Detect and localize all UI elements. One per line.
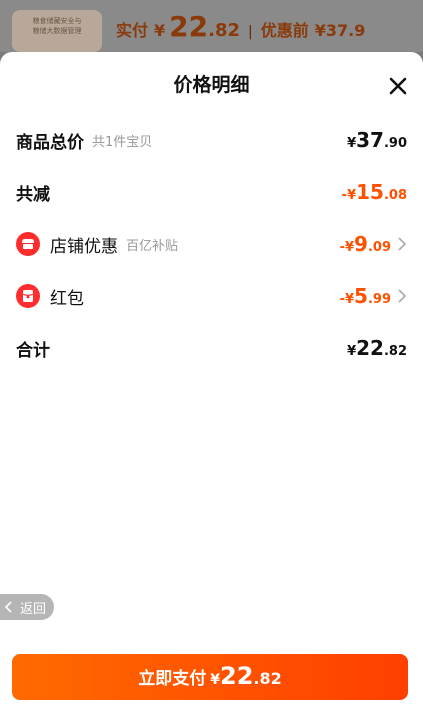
chevron-left-icon — [4, 601, 12, 613]
row-label: 商品总价 — [16, 132, 84, 153]
row-label: 合计 — [16, 340, 50, 361]
amount-int: 15 — [356, 180, 384, 204]
background-paid-dec: .82 — [208, 20, 241, 41]
row-label: 共减 — [16, 184, 50, 205]
row-red-packet[interactable]: 红包 -¥ 5 .99 — [0, 276, 423, 316]
row-sub: 共1件宝贝 — [92, 134, 153, 150]
background-paid-currency: ¥ — [154, 21, 166, 40]
background-paid-int: 22 — [169, 10, 209, 43]
chevron-right-icon — [398, 237, 407, 251]
row-label: 店铺优惠 — [50, 236, 118, 257]
background-separator: | — [248, 24, 253, 40]
amount-int: 9 — [354, 232, 368, 256]
amount-int: 5 — [354, 284, 368, 308]
pay-dec: .82 — [253, 669, 282, 688]
background-before-price: ¥37.9 — [314, 21, 366, 40]
shop-icon — [16, 232, 40, 256]
background-product-thumbnail: 粮食储藏安全与 粮储大数据管理 — [12, 10, 102, 52]
chevron-right-icon — [398, 289, 407, 303]
pay-label: 立即支付 — [138, 669, 207, 689]
amount-dec: .99 — [367, 292, 391, 307]
close-icon — [389, 77, 407, 95]
pay-now-button[interactable]: 立即支付 ¥ 22 .82 — [12, 654, 408, 700]
background-paid-label: 实付 — [116, 21, 149, 40]
row-amount: ¥ 22 .82 — [347, 336, 407, 360]
amount-currency: -¥ — [341, 188, 357, 203]
amount-int: 22 — [356, 336, 384, 360]
amount-int: 37 — [356, 128, 384, 152]
amount-dec: .08 — [383, 188, 407, 203]
amount-dec: .90 — [383, 136, 407, 151]
row-amount: -¥ 9 .09 — [340, 232, 407, 256]
amount-currency: ¥ — [347, 344, 357, 359]
amount-currency: ¥ — [347, 136, 357, 151]
amount-dec: .09 — [367, 240, 391, 255]
background-price-summary: 实付 ¥ 22 .82 | 优惠前 ¥37.9 — [116, 10, 365, 46]
back-button[interactable]: 返回 — [0, 594, 54, 620]
row-grand-total: 合计 ¥ 22 .82 — [0, 328, 423, 368]
pay-currency: ¥ — [210, 672, 220, 688]
background-before-label: 优惠前 — [260, 21, 309, 40]
amount-currency: -¥ — [339, 292, 355, 307]
back-label: 返回 — [20, 601, 47, 617]
price-detail-sheet: 价格明细 商品总价 共1件宝贝 ¥ 37 .90 共减 -¥ 15 .08 店铺… — [0, 52, 423, 714]
pay-int: 22 — [220, 662, 254, 690]
row-shop-discount[interactable]: 店铺优惠 百亿补贴 -¥ 9 .09 — [0, 224, 423, 264]
row-amount: -¥ 5 .99 — [340, 284, 407, 308]
row-total-discount: 共减 -¥ 15 .08 — [0, 172, 423, 212]
amount-currency: -¥ — [339, 240, 355, 255]
amount-dec: .82 — [383, 344, 407, 359]
row-amount: -¥ 15 .08 — [342, 180, 407, 204]
row-goods-total: 商品总价 共1件宝贝 ¥ 37 .90 — [0, 120, 423, 160]
red-packet-icon — [16, 284, 40, 308]
row-amount: ¥ 37 .90 — [347, 128, 407, 152]
close-button[interactable] — [386, 74, 410, 98]
row-label: 红包 — [50, 288, 84, 309]
row-sub: 百亿补贴 — [126, 238, 179, 254]
sheet-title: 价格明细 — [173, 74, 250, 96]
background-thumb-text: 粮食储藏安全与 粮储大数据管理 — [32, 17, 82, 35]
